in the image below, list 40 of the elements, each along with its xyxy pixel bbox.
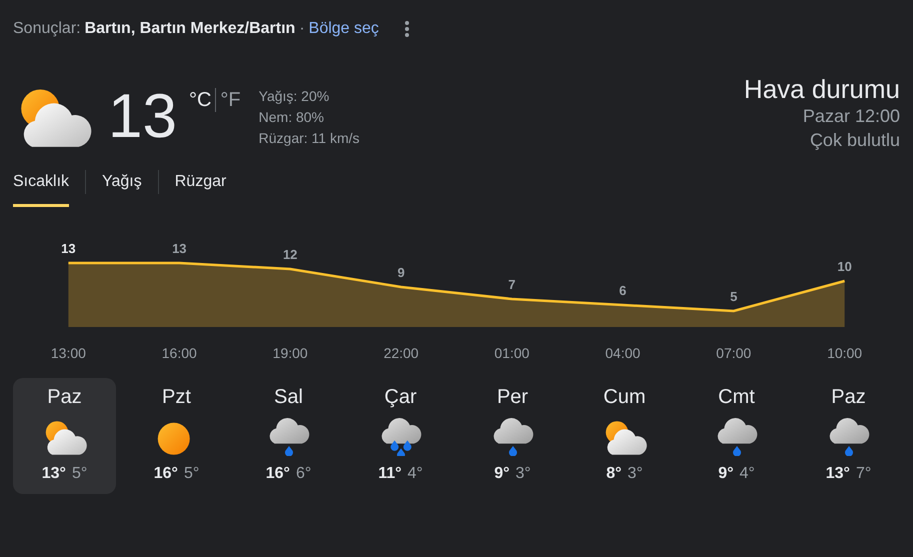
data-label: 10 [837, 259, 852, 274]
data-label: 9 [397, 265, 405, 280]
unit-toggle[interactable]: °F [216, 88, 245, 112]
day-card[interactable]: Çar 11° 4° [349, 378, 452, 494]
day-card[interactable]: Pzt 16° 5° [125, 378, 228, 494]
unit-toggle[interactable]: °C [184, 88, 216, 112]
time-label: 16:00 [162, 345, 197, 361]
tab[interactable]: Sıcaklık [13, 170, 70, 207]
date-time: Pazar 12:00 [802, 105, 900, 128]
day-card[interactable]: Paz 13° 7° [797, 378, 900, 494]
region-link[interactable]: Bölge seç [308, 17, 379, 41]
time-label: 22:00 [384, 345, 419, 361]
data-label: 13 [172, 241, 187, 256]
day-card[interactable]: Cum 8° 3° [573, 378, 676, 494]
weather-detail: Rüzgar: 11 km/s [258, 129, 360, 148]
day-card[interactable]: Cmt 9° 4° [685, 378, 788, 494]
data-label: 7 [508, 277, 516, 292]
data-label: 13 [61, 241, 76, 256]
data-label: 6 [619, 283, 626, 298]
day-card[interactable]: Per 9° 3° [461, 378, 564, 494]
condition-text: Çok bulutlu [808, 129, 900, 152]
time-label: 04:00 [605, 345, 640, 361]
data-label: 5 [730, 289, 738, 304]
time-label: 07:00 [716, 345, 752, 361]
weather-detail: Nem: 80% [258, 108, 325, 127]
data-label: 12 [282, 247, 298, 262]
day-card[interactable]: Sal 16° 6° [237, 378, 340, 494]
time-label: 19:00 [272, 345, 308, 361]
location-name: Bartın, Bartın Merkez/Bartın [84, 19, 296, 39]
temperature-value: 13 [108, 84, 177, 153]
separator-dot: · [299, 19, 305, 39]
tab[interactable]: Yağış [102, 170, 142, 207]
time-label: 10:00 [827, 345, 862, 361]
time-label: 13:00 [50, 345, 86, 361]
results-label: Sonuçlar: [13, 19, 81, 39]
weather-title: Hava durumu [744, 74, 900, 104]
tab[interactable]: Rüzgar [174, 170, 226, 207]
day-card[interactable]: Paz 13° 5° [13, 378, 116, 494]
weather-detail: Yağış: 20% [258, 87, 330, 106]
time-label: 01:00 [494, 345, 530, 361]
